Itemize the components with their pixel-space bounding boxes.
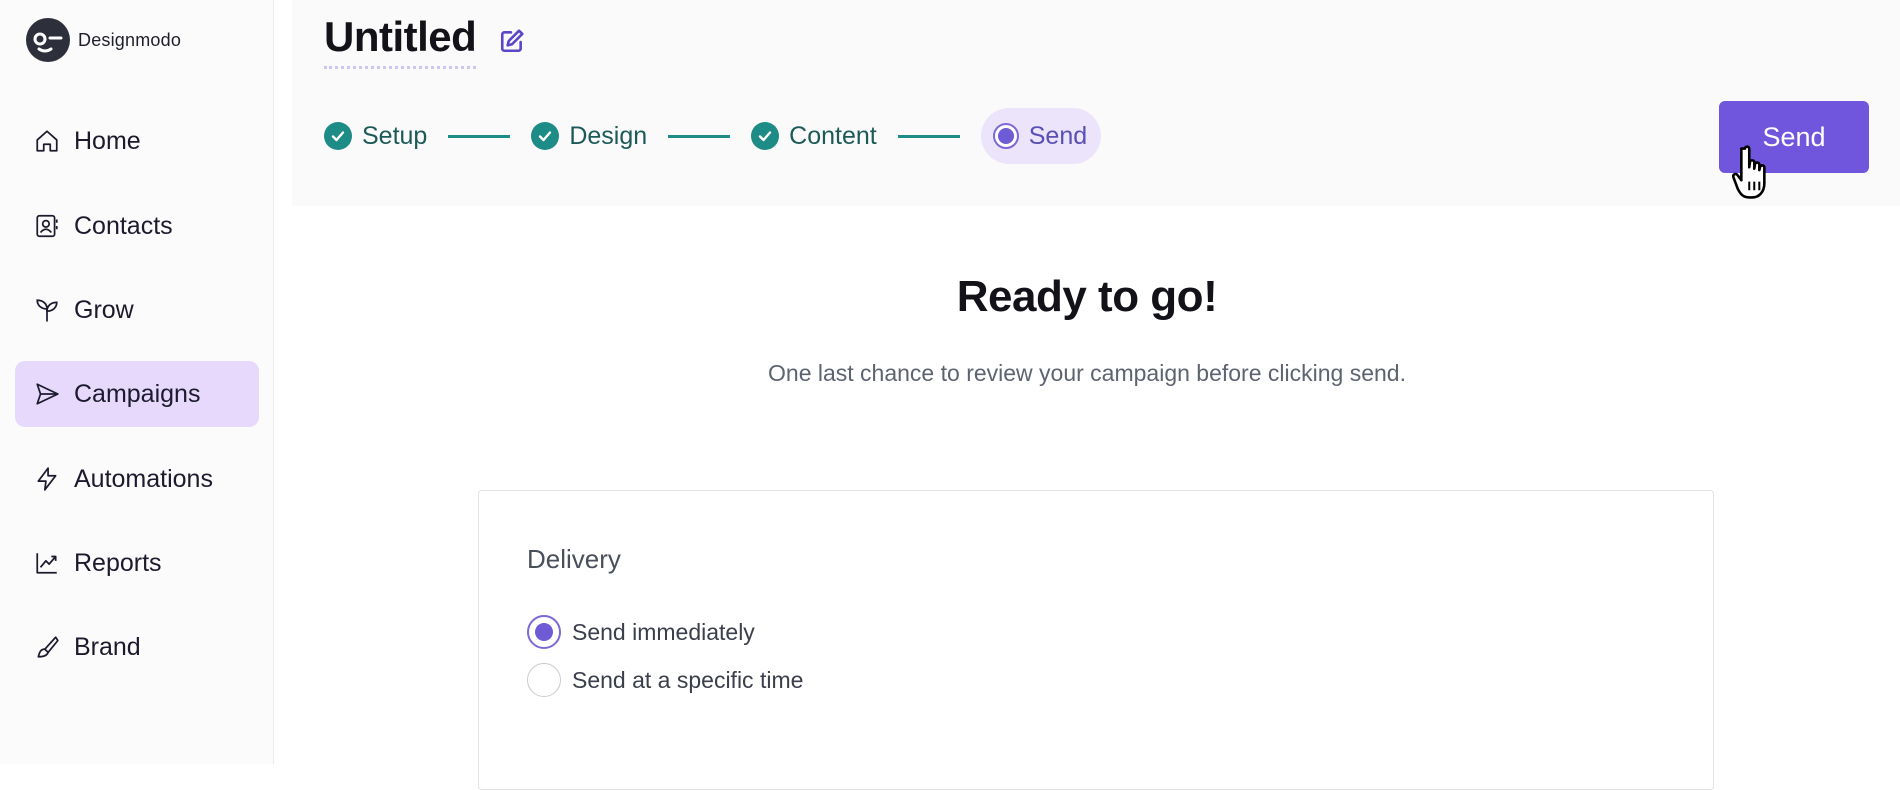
- step-connector: [668, 134, 731, 138]
- delivery-card: Delivery Send immediately Send at a spec…: [478, 490, 1714, 790]
- brush-icon: [33, 633, 61, 661]
- ready-heading: Ready to go!: [956, 272, 1218, 321]
- step-label: Send: [1028, 121, 1088, 150]
- sidebar: Designmodo Home Contacts Grow Campaigns …: [0, 0, 274, 764]
- designmodo-logo-icon: [26, 18, 70, 62]
- sidebar-item-label: Brand: [74, 632, 141, 661]
- sidebar-item-label: Contacts: [74, 211, 173, 240]
- step-setup[interactable]: Setup: [324, 108, 427, 164]
- sidebar-item-brand[interactable]: Brand: [15, 614, 259, 680]
- current-step-icon: [992, 123, 1019, 149]
- chart-line-icon: [33, 549, 61, 577]
- sidebar-item-label: Home: [74, 126, 141, 155]
- send-immediately-option[interactable]: Send immediately: [527, 615, 755, 649]
- edit-icon[interactable]: [498, 27, 526, 55]
- step-content[interactable]: Content: [751, 108, 877, 164]
- delivery-title: Delivery: [527, 544, 621, 574]
- contacts-icon: [33, 212, 61, 240]
- campaign-stepper: Setup Design Content Send: [324, 108, 1102, 164]
- sidebar-item-home[interactable]: Home: [15, 108, 259, 174]
- check-circle-icon: [751, 122, 780, 150]
- home-icon: [33, 127, 61, 155]
- sidebar-item-campaigns[interactable]: Campaigns: [15, 361, 259, 427]
- brand-name: Designmodo: [78, 29, 182, 50]
- ready-subheading: One last chance to review your campaign …: [768, 360, 1406, 386]
- sidebar-item-reports[interactable]: Reports: [15, 530, 259, 596]
- sidebar-item-contacts[interactable]: Contacts: [15, 193, 259, 259]
- step-connector: [448, 134, 511, 138]
- step-label: Content: [789, 121, 877, 150]
- sidebar-item-label: Automations: [74, 464, 213, 493]
- option-label: Send at a specific time: [572, 666, 804, 693]
- check-circle-icon: [324, 122, 352, 150]
- lightning-icon: [33, 465, 61, 493]
- sidebar-item-label: Campaigns: [74, 379, 201, 408]
- sidebar-item-automations[interactable]: Automations: [15, 446, 259, 512]
- send-icon: [33, 380, 61, 408]
- brand[interactable]: Designmodo: [26, 18, 181, 62]
- step-send[interactable]: Send: [980, 108, 1102, 164]
- campaign-header: Untitled Setup Design Content Send: [292, 0, 1900, 206]
- radio-unselected[interactable]: [527, 663, 561, 697]
- sidebar-item-label: Grow: [74, 295, 134, 324]
- step-connector: [897, 134, 960, 138]
- sprout-icon: [33, 296, 61, 324]
- radio-selected[interactable]: [527, 615, 561, 649]
- step-label: Setup: [362, 121, 428, 150]
- hand-pointer-cursor-icon: [1732, 145, 1766, 199]
- page-title[interactable]: Untitled: [324, 12, 477, 69]
- send-at-specific-time-option[interactable]: Send at a specific time: [527, 663, 803, 697]
- option-label: Send immediately: [572, 618, 755, 645]
- sidebar-item-grow[interactable]: Grow: [15, 277, 259, 343]
- step-label: Design: [569, 121, 648, 150]
- check-circle-icon: [531, 122, 560, 150]
- step-design[interactable]: Design: [531, 108, 647, 164]
- sidebar-item-label: Reports: [74, 548, 162, 577]
